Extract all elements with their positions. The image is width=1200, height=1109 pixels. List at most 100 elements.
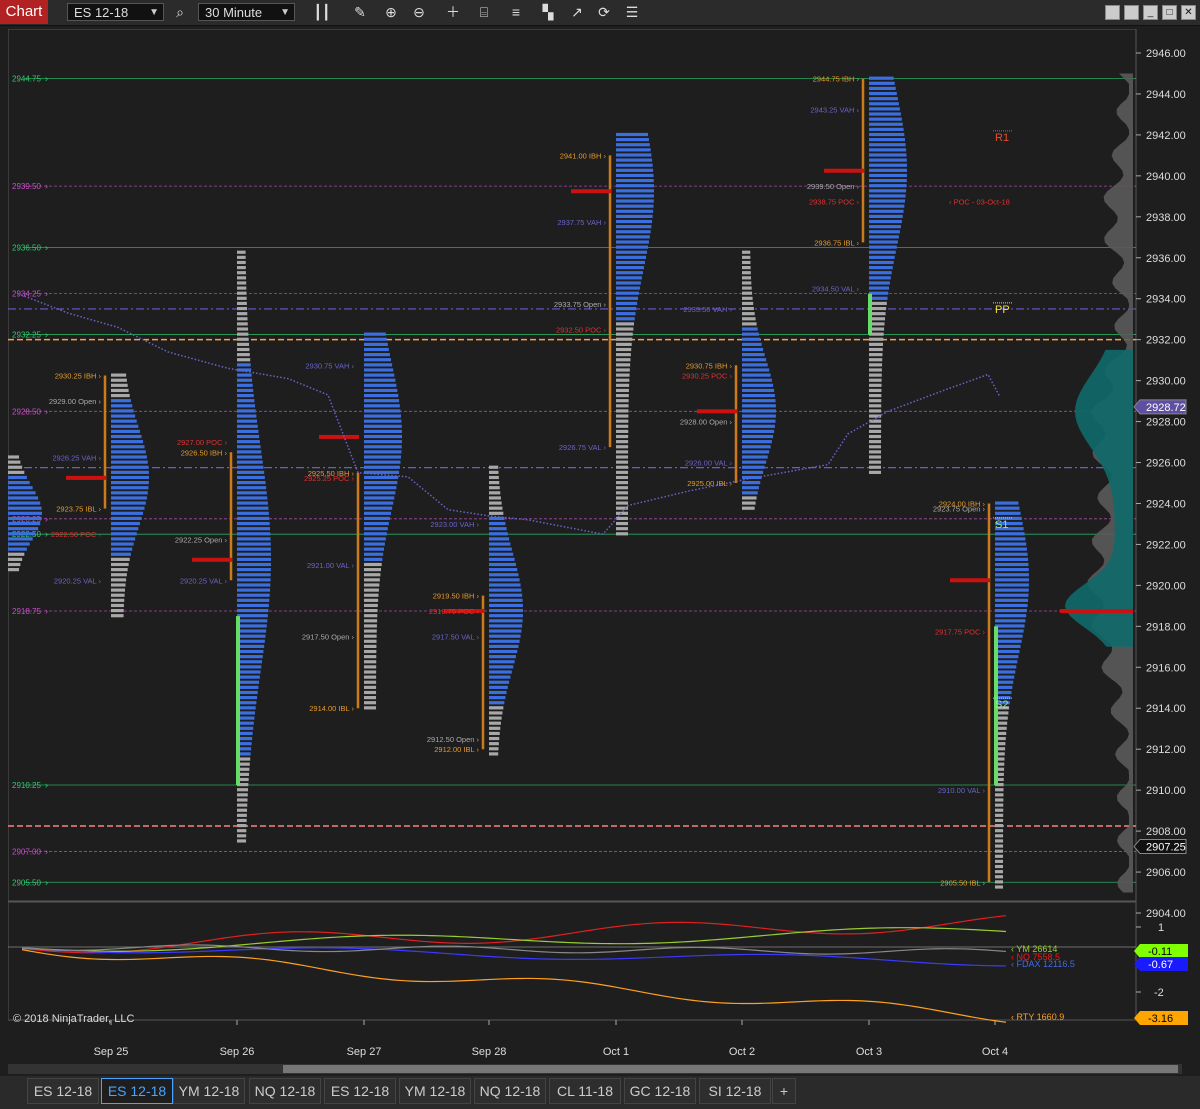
profile-row: [364, 527, 388, 531]
profile-row: [869, 419, 882, 423]
tab-nq-12-18[interactable]: NQ 12-18: [474, 1078, 546, 1104]
profile-row: [489, 547, 512, 551]
profile-row: [616, 158, 653, 162]
profile-row: [869, 240, 898, 244]
profile-row: [616, 532, 629, 536]
tab-cl-11-18[interactable]: CL 11-18: [549, 1078, 621, 1104]
tab-ym-12-18[interactable]: YM 12-18: [399, 1078, 471, 1104]
profile-row: [995, 829, 1004, 833]
properties-list-icon[interactable]: ☰: [622, 3, 642, 21]
session-label: 2920.25 VAL ›: [180, 576, 228, 585]
profile-row: [111, 455, 147, 459]
profile-row: [237, 839, 247, 843]
window-min-button[interactable]: _: [1143, 5, 1158, 20]
profile-row: [869, 429, 882, 434]
price-chart[interactable]: 2946.00 2944.00 2942.00 2940.00 2938.00 2936.…: [8, 29, 1194, 1062]
session-label: 2929.00 Open ›: [49, 397, 102, 406]
profile-row: [869, 409, 882, 413]
add-tab-button[interactable]: +: [772, 1078, 796, 1104]
horizontal-scrollbar[interactable]: [8, 1064, 1182, 1074]
profile-row: [364, 429, 402, 434]
session-poc: [319, 434, 359, 439]
tab-es-12-18[interactable]: ES 12-18: [101, 1078, 173, 1104]
tab-gc-12-18[interactable]: GC 12-18: [624, 1078, 696, 1104]
profile-row: [869, 399, 882, 403]
profile-row: [364, 393, 399, 398]
profile-row: [616, 301, 638, 306]
scrollbar-thumb[interactable]: [283, 1065, 1178, 1073]
refresh-icon[interactable]: ⟳: [594, 3, 614, 21]
profile-row: [237, 429, 259, 434]
profile-row: [616, 163, 653, 167]
profile-row: [742, 255, 751, 259]
profile-row: [237, 393, 254, 398]
tab-ym-12-18[interactable]: YM 12-18: [173, 1078, 245, 1104]
profile-row: [616, 204, 654, 208]
profile-row: [742, 440, 772, 444]
profile-row: [111, 496, 147, 500]
profile-row: [237, 434, 260, 439]
crosshair-icon[interactable]: ＋: [443, 3, 463, 21]
current-price-badge-text: 2928.72: [1146, 402, 1186, 414]
x-axis-tick-label: Oct 4: [982, 1046, 1008, 1058]
profile-row: [8, 516, 42, 521]
zoom-out-icon[interactable]: ⊖: [409, 3, 429, 21]
profile-row: [237, 399, 255, 403]
tab-es-12-18[interactable]: ES 12-18: [27, 1078, 99, 1104]
profile-row: [995, 808, 1004, 812]
search-icon[interactable]: ⌕: [170, 3, 190, 21]
candlestick-icon[interactable]: ┃┃: [312, 3, 332, 21]
profile-row: [237, 378, 253, 382]
profile-row: [742, 337, 761, 341]
profile-row: [111, 578, 127, 582]
level-arrow: ›: [45, 877, 48, 887]
chart-title-tag[interactable]: Chart: [0, 0, 48, 24]
profile-row: [869, 127, 904, 131]
strategies-icon[interactable]: ▚: [538, 3, 558, 21]
profile-row: [616, 245, 649, 249]
window-restore-button[interactable]: [1124, 5, 1139, 20]
y-axis-tick-label: 2908.00: [1146, 826, 1186, 838]
profile-row: [869, 230, 900, 234]
tab-nq-12-18[interactable]: NQ 12-18: [249, 1078, 321, 1104]
profile-row: [869, 342, 884, 346]
window-minimize-button[interactable]: [1105, 5, 1120, 20]
session-label: 2905.50 IBL ›: [940, 878, 985, 887]
drawing-tools-icon[interactable]: ↗: [567, 3, 587, 21]
profile-row: [616, 388, 629, 393]
profile-row: [742, 378, 772, 382]
profile-row: [237, 276, 247, 280]
profile-row: [364, 588, 379, 592]
interval-selector[interactable]: 30 Minute ▼: [198, 3, 295, 21]
profile-row: [8, 475, 27, 480]
pencil-icon[interactable]: ✎: [350, 3, 370, 21]
y-axis-tick-label: 2932.00: [1146, 335, 1186, 347]
session-label: 2917.50 Open ›: [302, 633, 355, 642]
data-box-icon[interactable]: ⌸: [474, 3, 494, 21]
profile-row: [995, 839, 1004, 843]
level-arrow: ›: [45, 780, 48, 790]
instrument-selector[interactable]: ES 12-18 ▼: [67, 3, 164, 21]
profile-row: [869, 388, 882, 393]
indicators-icon[interactable]: ≡: [506, 3, 526, 21]
profile-row: [995, 849, 1004, 853]
profile-row: [869, 204, 905, 208]
tab-si-12-18[interactable]: SI 12-18: [699, 1078, 771, 1104]
profile-row: [742, 501, 756, 505]
window-max-button[interactable]: □: [1162, 5, 1177, 20]
window-close-button[interactable]: ✕: [1181, 5, 1196, 20]
profile-row: [364, 557, 383, 561]
indicator-badge-rty-text: -3.16: [1148, 1013, 1173, 1025]
tab-es-12-18[interactable]: ES 12-18: [324, 1078, 396, 1104]
level-arrow: ›: [45, 243, 48, 253]
profile-row: [364, 506, 393, 510]
profile-row: [995, 818, 1004, 823]
profile-row: [364, 685, 377, 689]
profile-row: [616, 496, 629, 500]
profile-row: [869, 189, 907, 193]
profile-row: [8, 501, 41, 505]
profile-row: [489, 736, 500, 741]
zoom-in-icon[interactable]: ⊕: [381, 3, 401, 21]
profile-row: [237, 614, 268, 618]
profile-row: [616, 409, 629, 413]
